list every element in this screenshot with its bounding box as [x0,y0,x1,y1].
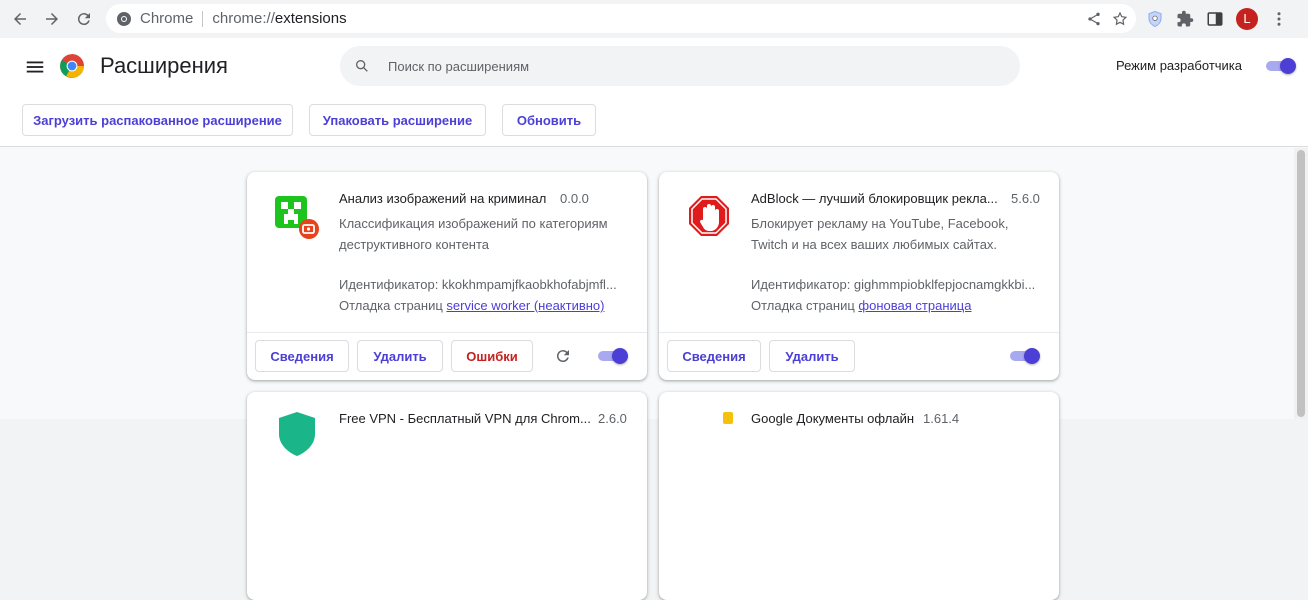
adblock-hand-icon [689,196,729,236]
toggle-knob [612,348,628,364]
inspect-label: Отладка страниц [339,298,443,313]
extension-version: 5.6.0 [1011,191,1040,206]
url-scheme: chrome:// [212,10,275,27]
more-menu-icon[interactable] [1270,10,1288,28]
omnibox-separator [202,10,204,27]
remove-button[interactable]: Удалить [769,340,855,372]
vpn-shield-icon [279,412,315,456]
bookmark-star-icon[interactable] [1112,11,1128,27]
address-bar[interactable]: Chrome chrome://extensions [106,4,1136,33]
extension-card: Google Документы офлайн 1.61.4 [659,392,1059,600]
card-divider [247,332,647,333]
profile-avatar[interactable]: L [1236,7,1258,30]
extension-card: AdBlock — лучший блокировщик рекла... 5.… [659,172,1059,380]
developer-mode-toggle[interactable] [1264,58,1296,74]
extensions-header: Расширения Режим разработчика Загрузить … [0,38,1308,147]
details-button[interactable]: Сведения [667,340,761,372]
chrome-small-icon [117,11,131,26]
reload-extension-icon[interactable] [554,347,572,365]
back-button[interactable] [4,3,36,35]
hamburger-menu-icon[interactable] [24,56,46,78]
privacy-extension-icon[interactable] [1146,10,1164,28]
google-docs-icon [723,412,733,424]
page-scrollbar[interactable] [1294,148,1308,419]
chip-label: Chrome [140,10,194,27]
developer-mode-label: Режим разработчика [1116,58,1243,73]
toggle-knob [1024,348,1040,364]
reload-button[interactable] [68,3,100,35]
errors-button[interactable]: Ошибки [451,340,533,372]
inspect-views: Отладка страниц service worker (неактивн… [339,298,605,313]
toggle-knob [1280,58,1296,74]
side-panel-icon[interactable] [1206,10,1224,28]
remove-button[interactable]: Удалить [357,340,443,372]
reload-icon [77,13,90,26]
page-title: Расширения [100,53,228,78]
chrome-logo-icon [60,54,84,78]
url-path: extensions [274,10,347,27]
inspect-views: Отладка страниц фоновая страница [751,298,971,313]
green-creeper-icon [275,196,319,239]
update-button[interactable]: Обновить [502,104,596,136]
scrollbar-thumb[interactable] [1297,150,1305,417]
search-icon [356,60,368,72]
extension-description: Классификация изображений по категориям … [339,216,608,252]
card-divider [659,332,1059,333]
extension-card: Free VPN - Бесплатный VPN для Chrom... 2… [247,392,647,600]
url-text[interactable]: chrome://extensions [212,10,346,27]
extensions-list: Анализ изображений на криминал 0.0.0 Кла… [0,148,1294,600]
share-icon[interactable] [1086,11,1102,27]
extensions-page: Расширения Режим разработчика Загрузить … [0,38,1308,600]
extensions-puzzle-icon[interactable] [1176,10,1194,28]
search-box[interactable] [340,46,1020,86]
extension-name: Анализ изображений на криминал [339,191,547,206]
load-unpacked-button[interactable]: Загрузить распакованное расширение [22,104,293,136]
inspect-label: Отладка страниц [751,298,855,313]
extension-enable-toggle[interactable] [1008,348,1040,364]
extension-description: Блокирует рекламу на YouTube, Facebook, … [751,216,1009,252]
extension-name: AdBlock — лучший блокировщик рекла... [751,191,998,206]
pack-extension-button[interactable]: Упаковать расширение [309,104,486,136]
extension-enable-toggle[interactable] [596,348,628,364]
extension-card: Анализ изображений на криминал 0.0.0 Кла… [247,172,647,380]
extension-id: Идентификатор: gighmmpiobklfepjocnamgkkb… [751,277,1036,292]
arrow-right-icon [46,13,58,25]
forward-button[interactable] [36,3,68,35]
browser-toolbar: Chrome chrome://extensions L [0,0,1308,38]
background-page-link[interactable]: фоновая страница [858,298,971,313]
extension-version: 0.0.0 [560,191,589,206]
service-worker-link[interactable]: service worker (неактивно) [446,298,604,313]
search-input[interactable] [386,57,946,75]
chrome-site-chip[interactable]: Chrome [116,10,193,27]
details-button[interactable]: Сведения [255,340,349,372]
extension-id: Идентификатор: kkokhmpamjfkaobkhofabjmfl… [339,277,617,292]
arrow-left-icon [14,13,26,25]
